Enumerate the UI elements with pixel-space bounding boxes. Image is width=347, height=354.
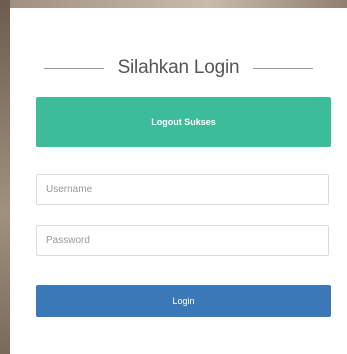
username-input[interactable] <box>36 174 329 205</box>
logout-success-alert: Logout Sukses <box>36 97 331 147</box>
login-card: Silahkan Login Logout Sukses Login <box>10 8 347 354</box>
background-photo-left <box>0 0 10 354</box>
background-photo-top <box>0 0 347 8</box>
password-input[interactable] <box>36 225 329 256</box>
login-heading: Silahkan Login <box>10 56 347 80</box>
login-button[interactable]: Login <box>36 285 331 317</box>
heading-divider-right <box>253 67 314 69</box>
login-title: Silahkan Login <box>117 57 240 78</box>
heading-divider-left <box>43 67 104 69</box>
alert-message: Logout Sukses <box>151 117 216 127</box>
